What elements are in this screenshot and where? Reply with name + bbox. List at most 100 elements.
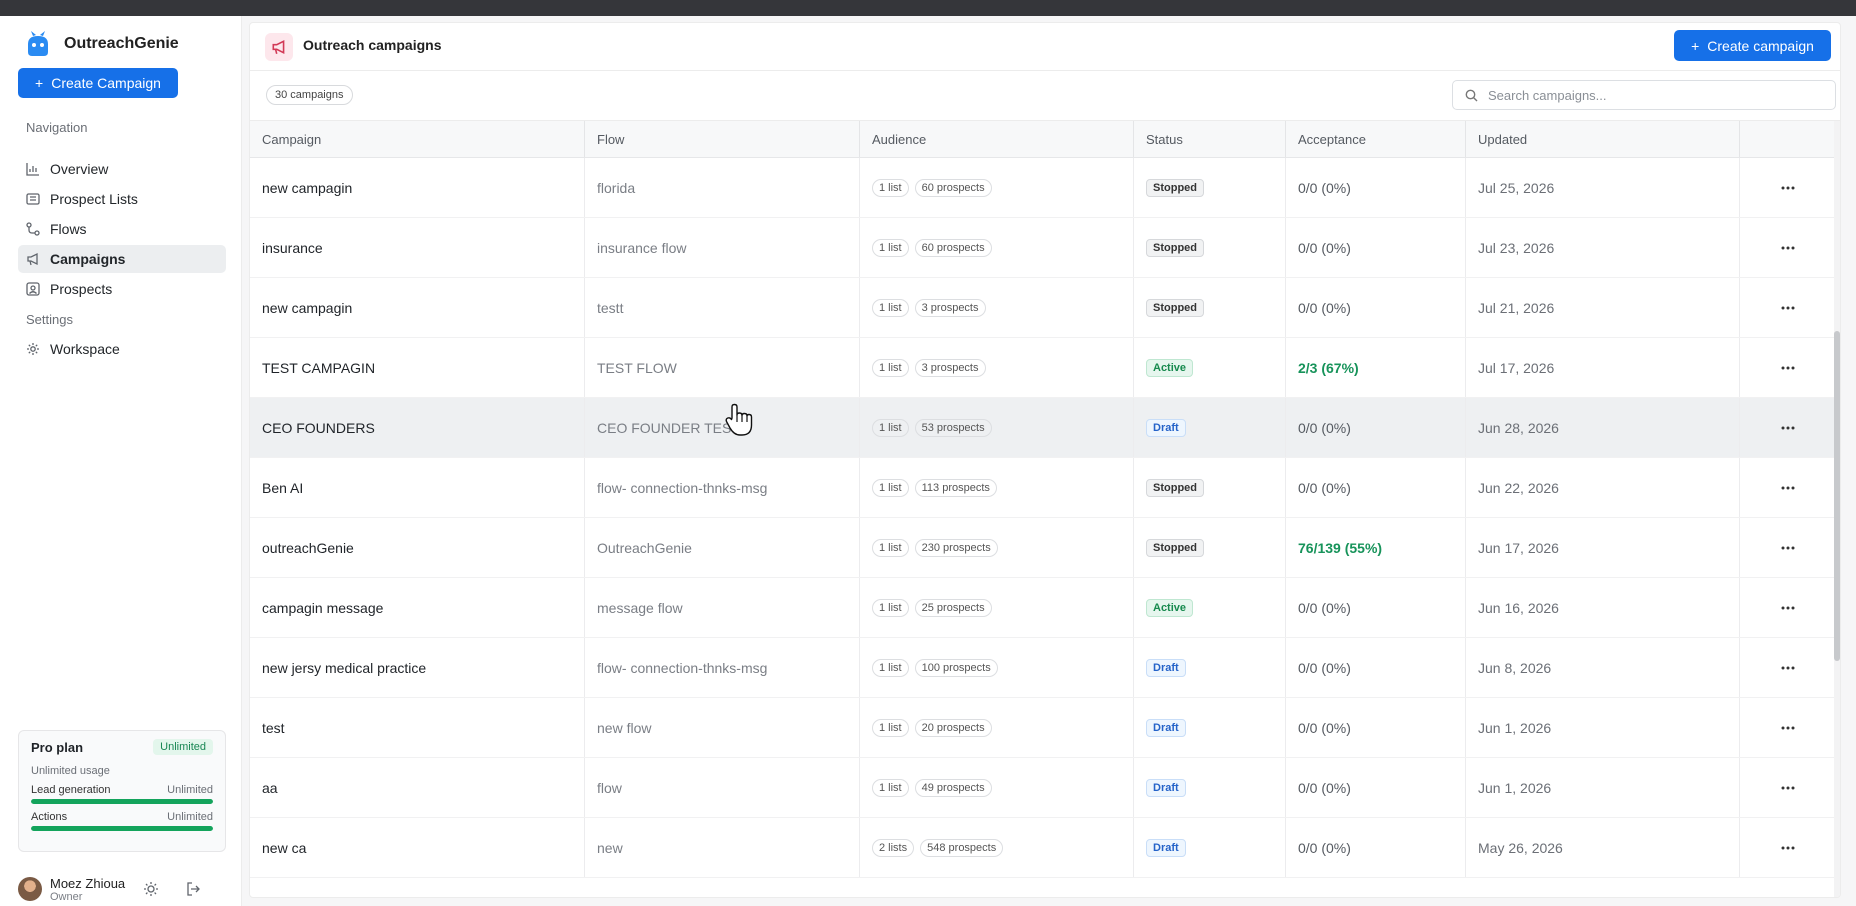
column-header-flow[interactable]: Flow xyxy=(585,121,860,157)
lead-generation-value: Unlimited xyxy=(167,784,213,796)
campaign-cell[interactable]: TEST CAMPAGIN xyxy=(250,338,585,397)
table-row[interactable]: new ca new 2 lists 548 prospects Draft 0/0 (0… xyxy=(250,818,1836,878)
scrollbar-thumb[interactable] xyxy=(1834,331,1840,661)
campaign-cell[interactable]: campagin message xyxy=(250,578,585,637)
more-options-icon[interactable] xyxy=(1776,778,1800,798)
flow-cell: testt xyxy=(585,278,860,337)
more-options-icon[interactable] xyxy=(1776,598,1800,618)
plus-icon: + xyxy=(1691,37,1700,54)
audience-cell: 1 list 3 prospects xyxy=(860,278,1134,337)
campaign-name[interactable]: CEO FOUNDERS xyxy=(262,420,375,436)
search-box[interactable] xyxy=(1452,80,1836,110)
status-badge: Active xyxy=(1146,598,1194,617)
audience-cell: 1 list 113 prospects xyxy=(860,458,1134,517)
more-options-icon[interactable] xyxy=(1776,238,1800,258)
more-options-icon[interactable] xyxy=(1776,298,1800,318)
flow-cell: flow xyxy=(585,758,860,817)
acceptance-cell: 76/139 (55%) xyxy=(1286,518,1466,577)
avatar[interactable] xyxy=(18,877,42,901)
campaign-cell[interactable]: Ben AI xyxy=(250,458,585,517)
column-header-status[interactable]: Status xyxy=(1134,121,1286,157)
nav-section-title: Navigation xyxy=(26,120,88,135)
campaign-cell[interactable]: outreachGenie xyxy=(250,518,585,577)
app-name: OutreachGenie xyxy=(64,35,179,52)
campaign-name[interactable]: insurance xyxy=(262,240,323,256)
actions-cell xyxy=(1740,278,1836,337)
acceptance-value: 0/0 (0%) xyxy=(1298,659,1351,676)
column-header-campaign[interactable]: Campaign xyxy=(250,121,585,157)
sun-icon[interactable] xyxy=(143,881,159,897)
table-row[interactable]: aa flow 1 list 49 prospects Draft 0/0 (0%) Jun… xyxy=(250,758,1836,818)
campaign-cell[interactable]: new jersy medical practice xyxy=(250,638,585,697)
acceptance-cell: 2/3 (67%) xyxy=(1286,338,1466,397)
campaign-name[interactable]: Ben AI xyxy=(262,480,303,496)
updated-cell: May 26, 2026 xyxy=(1466,818,1740,877)
campaign-cell[interactable]: new ca xyxy=(250,818,585,877)
brand[interactable]: OutreachGenie xyxy=(24,30,179,58)
acceptance-cell: 0/0 (0%) xyxy=(1286,218,1466,277)
table-row[interactable]: campagin message message flow 1 list 25 pro… xyxy=(250,578,1836,638)
campaign-name[interactable]: test xyxy=(262,720,285,736)
updated-cell: Jun 16, 2026 xyxy=(1466,578,1740,637)
campaign-name[interactable]: new campagin xyxy=(262,180,352,196)
campaigns-table: Campaign Flow Audience Status Acceptance… xyxy=(250,121,1836,878)
flow-cell: flow- connection-thnks-msg xyxy=(585,638,860,697)
campaign-cell[interactable]: new campagin xyxy=(250,158,585,217)
column-header-updated[interactable]: Updated xyxy=(1466,121,1740,157)
more-options-icon[interactable] xyxy=(1776,658,1800,678)
sidebar-item-overview[interactable]: Overview xyxy=(18,155,226,183)
campaign-cell[interactable]: insurance xyxy=(250,218,585,277)
table-row[interactable]: CEO FOUNDERS CEO FOUNDER TEST 1 list 53 pro… xyxy=(250,398,1836,458)
column-header-audience[interactable]: Audience xyxy=(860,121,1134,157)
table-row[interactable]: outreachGenie OutreachGenie 1 list 230 pros… xyxy=(250,518,1836,578)
search-input[interactable] xyxy=(1488,87,1808,103)
table-row[interactable]: new jersy medical practice flow- connecti… xyxy=(250,638,1836,698)
prospects-badge: 548 prospects xyxy=(920,838,1004,857)
contact-icon xyxy=(26,282,40,296)
sidebar-item-workspace[interactable]: Workspace xyxy=(18,335,226,363)
more-options-icon[interactable] xyxy=(1776,358,1800,378)
prospects-badge: 113 prospects xyxy=(914,478,997,497)
sidebar-item-campaigns[interactable]: Campaigns xyxy=(18,245,226,273)
table-scrollbar[interactable] xyxy=(1834,121,1840,897)
campaign-name[interactable]: TEST CAMPAGIN xyxy=(262,360,375,376)
campaign-cell[interactable]: aa xyxy=(250,758,585,817)
campaign-name[interactable]: aa xyxy=(262,780,278,796)
campaign-name[interactable]: new campagin xyxy=(262,300,352,316)
chart-icon xyxy=(26,163,39,176)
table-row[interactable]: Ben AI flow- connection-thnks-msg 1 list 11… xyxy=(250,458,1836,518)
table-row[interactable]: new campagin florida 1 list 60 prospects Sto… xyxy=(250,158,1836,218)
sidebar-item-flows[interactable]: Flows xyxy=(18,215,226,243)
sidebar-item-prospect-lists[interactable]: Prospect Lists xyxy=(18,185,226,213)
more-options-icon[interactable] xyxy=(1776,418,1800,438)
sidebar-create-campaign-button[interactable]: + Create Campaign xyxy=(18,68,178,98)
user-profile[interactable]: Moez Zhioua Owner xyxy=(18,874,226,904)
logout-icon[interactable] xyxy=(185,881,201,897)
table-row[interactable]: new campagin testt 1 list 3 prospects Stoppe… xyxy=(250,278,1836,338)
audience-cell: 1 list 25 prospects xyxy=(860,578,1134,637)
updated-date: Jun 28, 2026 xyxy=(1478,419,1559,436)
campaign-name[interactable]: new ca xyxy=(262,840,306,856)
status-cell: Stopped xyxy=(1134,458,1286,517)
status-badge: Stopped xyxy=(1146,298,1204,317)
campaign-cell[interactable]: test xyxy=(250,698,585,757)
campaign-cell[interactable]: new campagin xyxy=(250,278,585,337)
sidebar-item-prospects[interactable]: Prospects xyxy=(18,275,226,303)
more-options-icon[interactable] xyxy=(1776,538,1800,558)
column-header-acceptance[interactable]: Acceptance xyxy=(1286,121,1466,157)
more-options-icon[interactable] xyxy=(1776,718,1800,738)
create-campaign-button[interactable]: + Create campaign xyxy=(1674,30,1831,61)
prospects-badge: 3 prospects xyxy=(914,298,986,317)
audience-cell: 1 list 53 prospects xyxy=(860,398,1134,457)
campaign-cell[interactable]: CEO FOUNDERS xyxy=(250,398,585,457)
table-row[interactable]: test new flow 1 list 20 prospects Draft 0/0 (… xyxy=(250,698,1836,758)
table-row[interactable]: insurance insurance flow 1 list 60 prospect… xyxy=(250,218,1836,278)
campaign-name[interactable]: campagin message xyxy=(262,600,383,616)
more-options-icon[interactable] xyxy=(1776,178,1800,198)
table-row[interactable]: TEST CAMPAGIN TEST FLOW 1 list 3 prospects A… xyxy=(250,338,1836,398)
campaign-name[interactable]: outreachGenie xyxy=(262,540,354,556)
campaign-name[interactable]: new jersy medical practice xyxy=(262,660,426,676)
more-options-icon[interactable] xyxy=(1776,478,1800,498)
more-options-icon[interactable] xyxy=(1776,838,1800,858)
status-badge: Draft xyxy=(1146,778,1186,797)
